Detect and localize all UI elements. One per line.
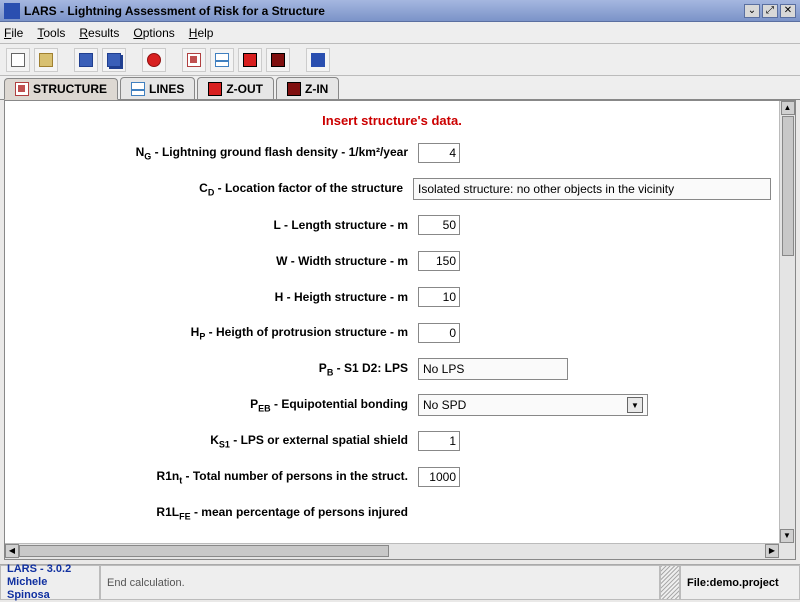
minimize-inner-icon[interactable]: ⌄: [744, 4, 760, 18]
ng-input[interactable]: [418, 143, 460, 163]
goto-zin-button[interactable]: [266, 48, 290, 72]
h-input[interactable]: [418, 287, 460, 307]
ks1-input[interactable]: [418, 431, 460, 451]
goto-lines-button[interactable]: [210, 48, 234, 72]
tab-structure[interactable]: STRUCTURE: [4, 78, 118, 100]
menu-file[interactable]: File: [4, 26, 23, 40]
tab-zin[interactable]: Z-IN: [276, 77, 339, 99]
scroll-right-button[interactable]: ▶: [765, 544, 779, 558]
tab-lines[interactable]: LINES: [120, 77, 195, 99]
horizontal-scrollbar[interactable]: ◀ ▶: [5, 543, 779, 559]
menu-help[interactable]: Help: [189, 26, 214, 40]
menu-results[interactable]: Results: [79, 26, 119, 40]
pb-label: PB - S1 D2: LPS: [13, 361, 418, 377]
open-button[interactable]: [34, 48, 58, 72]
chevron-down-icon: ▼: [627, 397, 643, 413]
tabbar: STRUCTURE LINES Z-OUT Z-IN: [0, 76, 800, 100]
goto-zout-button[interactable]: [238, 48, 262, 72]
w-input[interactable]: [418, 251, 460, 271]
vertical-scrollbar[interactable]: ▲ ▼: [779, 101, 795, 543]
close-icon[interactable]: ✕: [780, 4, 796, 18]
h-label: H - Heigth structure - m: [13, 290, 418, 304]
r1lfe-label: R1LFE - mean percentage of persons injur…: [13, 505, 418, 521]
peb-label: PEB - Equipotential bonding: [13, 397, 418, 413]
ks1-label: KS1 - LPS or external spatial shield: [13, 433, 418, 449]
scroll-up-button[interactable]: ▲: [781, 101, 795, 115]
menu-tools[interactable]: Tools: [37, 26, 65, 40]
ng-label: NG - Lightning ground flash density - 1/…: [13, 145, 418, 161]
new-button[interactable]: [6, 48, 30, 72]
l-label: L - Length structure - m: [13, 218, 418, 232]
zin-icon: [287, 82, 301, 96]
record-button[interactable]: [142, 48, 166, 72]
tab-zout[interactable]: Z-OUT: [197, 77, 274, 99]
menu-options[interactable]: Options: [133, 26, 174, 40]
window-title: LARS - Lightning Assessment of Risk for …: [24, 4, 742, 18]
r1nt-input[interactable]: [418, 467, 460, 487]
hp-label: HP - Heigth of protrusion structure - m: [13, 325, 418, 341]
scroll-left-button[interactable]: ◀: [5, 544, 19, 558]
r1nt-label: R1nt - Total number of persons in the st…: [13, 469, 418, 485]
status-file: File: demo.project: [680, 565, 800, 600]
l-input[interactable]: [418, 215, 460, 235]
pb-select[interactable]: No LPS: [418, 358, 568, 380]
status-message: End calculation.: [100, 565, 660, 600]
lines-icon: [131, 82, 145, 96]
resize-grip-icon[interactable]: [660, 565, 680, 600]
goto-structure-button[interactable]: [182, 48, 206, 72]
statusbar: LARS - 3.0.2 Michele Spinosa End calcula…: [0, 564, 800, 600]
save-as-button[interactable]: [102, 48, 126, 72]
zout-icon: [208, 82, 222, 96]
menubar: File Tools Results Options Help: [0, 22, 800, 44]
status-version: LARS - 3.0.2 Michele Spinosa: [0, 565, 100, 600]
form-heading: Insert structure's data.: [13, 113, 771, 128]
about-button[interactable]: [306, 48, 330, 72]
scroll-corner: [779, 543, 795, 559]
structure-icon: [15, 82, 29, 96]
app-icon: [4, 3, 20, 19]
cd-label: CD - Location factor of the structure: [13, 181, 413, 197]
w-label: W - Width structure - m: [13, 254, 418, 268]
hp-input[interactable]: [418, 323, 460, 343]
vscroll-thumb[interactable]: [782, 116, 794, 256]
toolbar: [0, 44, 800, 76]
save-button[interactable]: [74, 48, 98, 72]
scroll-down-button[interactable]: ▼: [780, 529, 794, 543]
content-panel: Insert structure's data. NG - Lightning …: [4, 100, 796, 560]
maximize-inner-icon[interactable]: ⤢: [762, 4, 778, 18]
peb-select[interactable]: No SPD▼: [418, 394, 648, 416]
cd-select[interactable]: Isolated structure: no other objects in …: [413, 178, 771, 200]
hscroll-thumb[interactable]: [19, 545, 389, 557]
